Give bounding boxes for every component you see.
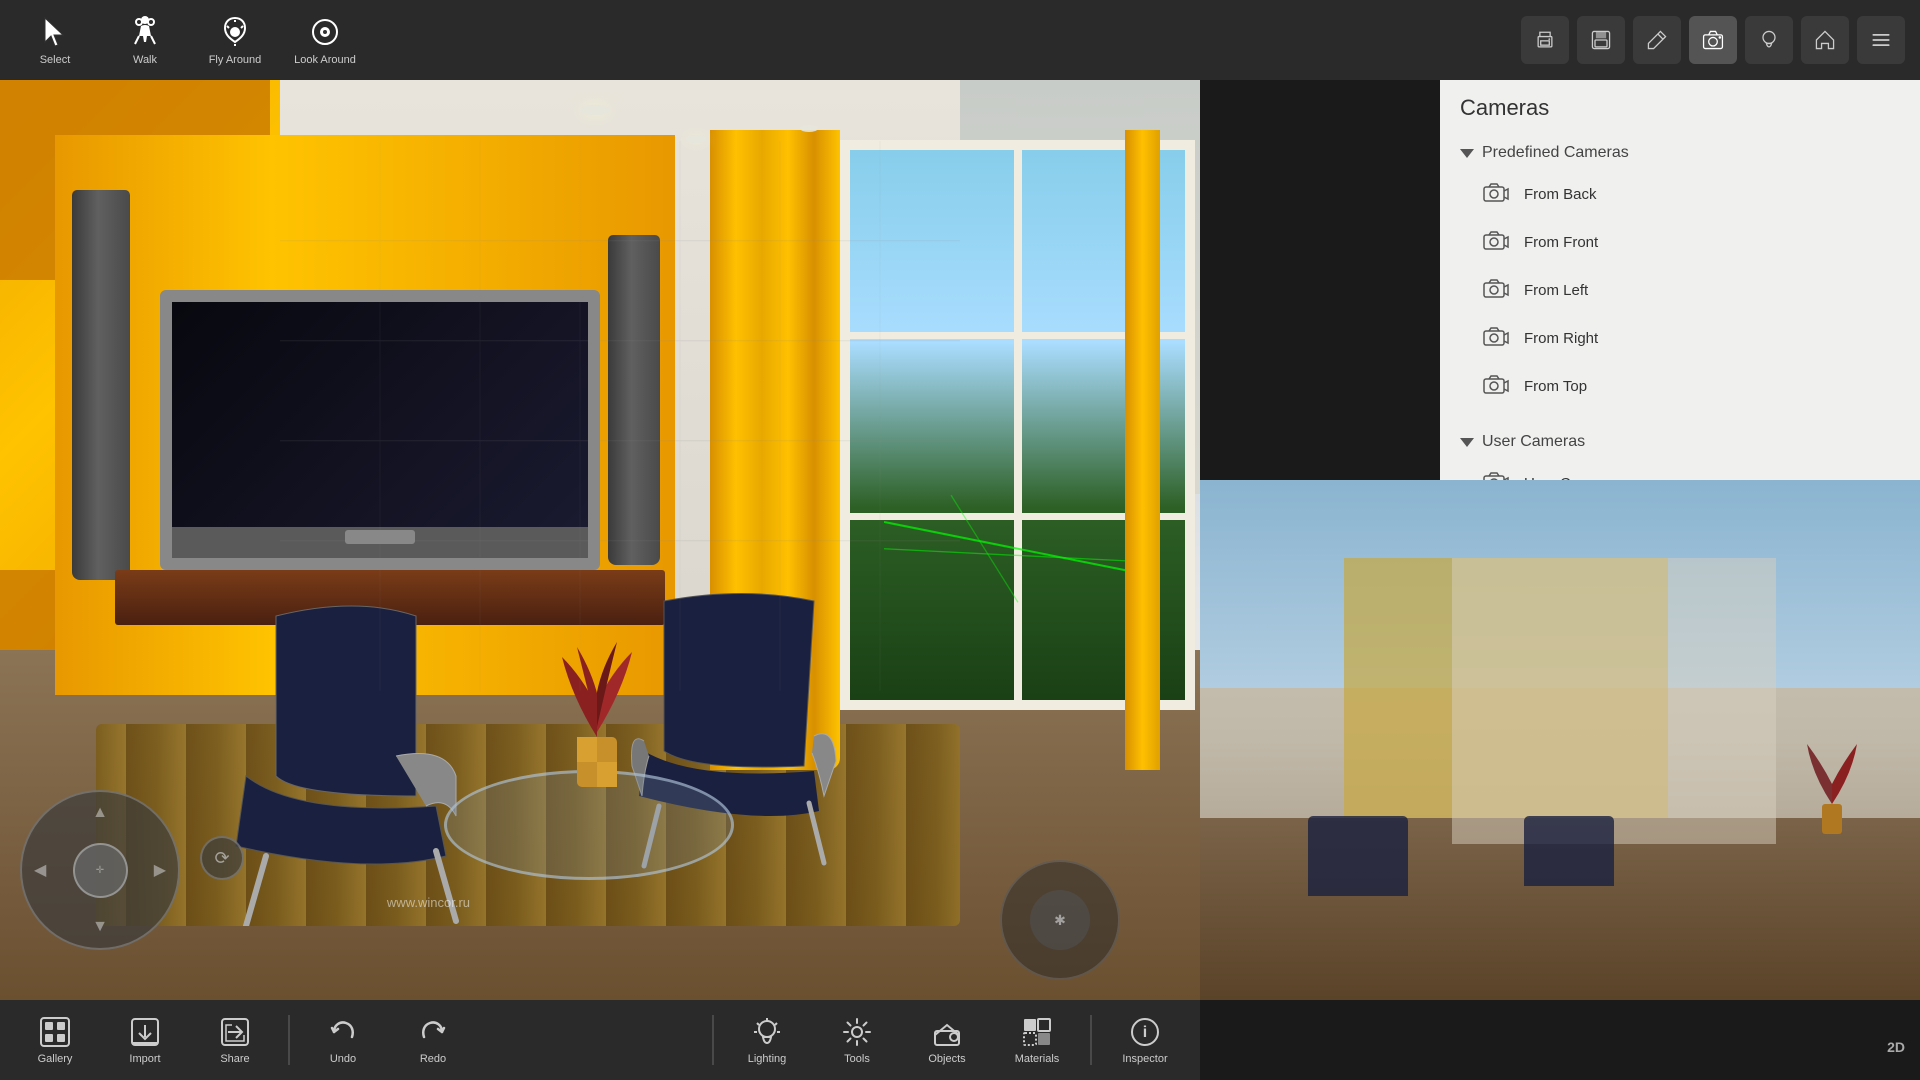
share-button[interactable]: Share bbox=[190, 1004, 280, 1076]
look-around-tool[interactable]: Look Around bbox=[280, 3, 370, 78]
home-button[interactable] bbox=[1801, 16, 1849, 64]
undo-button[interactable]: Undo bbox=[298, 1004, 388, 1076]
bottom-toolbar: Gallery Import Share Undo bbox=[0, 1000, 1200, 1080]
joystick-center-icon: ✛ bbox=[96, 865, 104, 876]
redo-button[interactable]: Redo bbox=[388, 1004, 478, 1076]
camera-from-top-label: From Top bbox=[1524, 378, 1587, 395]
thumbnail-room bbox=[1200, 480, 1920, 1000]
save-button[interactable] bbox=[1577, 16, 1625, 64]
select-tool[interactable]: Select bbox=[10, 3, 100, 78]
look-rotate-icon: ✱ bbox=[1054, 912, 1066, 929]
speaker-left bbox=[72, 190, 130, 580]
camera-from-right-label: From Right bbox=[1524, 330, 1598, 347]
camera-from-right-icon bbox=[1480, 322, 1512, 354]
svg-text:i: i bbox=[1143, 1024, 1147, 1041]
joystick-center[interactable]: ✛ bbox=[73, 843, 128, 898]
right-toolbar bbox=[1200, 0, 1920, 80]
lightbulb-button[interactable] bbox=[1745, 16, 1793, 64]
joystick-outer-ring[interactable]: ▲ ▼ ◀ ▶ ✛ bbox=[20, 790, 180, 950]
camera-button[interactable] bbox=[1689, 16, 1737, 64]
look-rotate-control[interactable]: ✱ bbox=[1000, 860, 1120, 980]
viewport[interactable]: ▲ ▼ ◀ ▶ ✛ ⟳ ✱ bbox=[0, 80, 1200, 1000]
camera-from-left-label: From Left bbox=[1524, 282, 1588, 299]
walk-tool[interactable]: Walk bbox=[100, 3, 190, 78]
user-cameras-triangle bbox=[1460, 438, 1474, 447]
user-cameras-header[interactable]: User Cameras bbox=[1450, 425, 1910, 459]
inspector-button[interactable]: i Inspector bbox=[1100, 1004, 1190, 1076]
lighting-button[interactable]: Lighting bbox=[722, 1004, 812, 1076]
top-toolbar: Select Walk Fly Around Look Around bbox=[0, 0, 1200, 80]
list-button[interactable] bbox=[1857, 16, 1905, 64]
predefined-cameras-triangle bbox=[1460, 149, 1474, 158]
thumbnail-back-wall bbox=[1452, 558, 1776, 844]
toolbar-separator-1 bbox=[288, 1015, 290, 1065]
thumbnail-plant bbox=[1802, 724, 1862, 844]
ceiling-light-2 bbox=[685, 135, 707, 143]
watermark: www.wincor.ru bbox=[387, 895, 470, 910]
wall-texture bbox=[280, 80, 960, 752]
camera-from-front-label: From Front bbox=[1524, 234, 1598, 251]
import-button[interactable]: Import bbox=[100, 1004, 190, 1076]
camera-from-front-icon bbox=[1480, 226, 1512, 258]
camera-from-back-icon bbox=[1480, 178, 1512, 210]
gallery-button[interactable]: Gallery bbox=[10, 1004, 100, 1076]
cameras-panel-title: Cameras bbox=[1450, 95, 1910, 121]
cameras-panel: Cameras Predefined Cameras From Back bbox=[1440, 80, 1920, 522]
ceiling-light-3 bbox=[800, 125, 818, 132]
camera-from-front[interactable]: From Front bbox=[1450, 218, 1910, 266]
curtain-right bbox=[1125, 130, 1160, 770]
materials-button[interactable]: Materials bbox=[992, 1004, 1082, 1076]
camera-from-top[interactable]: From Top bbox=[1450, 362, 1910, 410]
pencil-button[interactable] bbox=[1633, 16, 1681, 64]
joystick-right-arrow: ▶ bbox=[154, 860, 166, 880]
camera-from-left[interactable]: From Left bbox=[1450, 266, 1910, 314]
thumbnail-chair-1 bbox=[1308, 816, 1408, 896]
fly-around-tool[interactable]: Fly Around bbox=[190, 3, 280, 78]
navigation-joystick[interactable]: ▲ ▼ ◀ ▶ ✛ bbox=[20, 790, 200, 970]
objects-button[interactable]: Objects bbox=[902, 1004, 992, 1076]
toolbar-separator-3 bbox=[1090, 1015, 1092, 1065]
window-divider-v bbox=[1014, 150, 1022, 700]
camera-from-right[interactable]: From Right bbox=[1450, 314, 1910, 362]
room-scene: ▲ ▼ ◀ ▶ ✛ ⟳ ✱ bbox=[0, 80, 1200, 1000]
joystick-up-arrow: ▲ bbox=[92, 804, 108, 822]
camera-from-back[interactable]: From Back bbox=[1450, 170, 1910, 218]
predefined-cameras-title: Predefined Cameras bbox=[1482, 144, 1629, 162]
right-thumbnail bbox=[1200, 480, 1920, 1000]
joystick-down-arrow: ▼ bbox=[92, 918, 108, 936]
toolbar-separator-2 bbox=[712, 1015, 714, 1065]
joystick-left-arrow: ◀ bbox=[34, 860, 46, 880]
print-button[interactable] bbox=[1521, 16, 1569, 64]
strafe-button[interactable]: ⟳ bbox=[200, 836, 244, 880]
tools-button[interactable]: Tools bbox=[812, 1004, 902, 1076]
thumbnail-chair-2 bbox=[1524, 816, 1614, 886]
camera-from-left-icon bbox=[1480, 274, 1512, 306]
camera-from-top-icon bbox=[1480, 370, 1512, 402]
look-rotate-inner[interactable]: ✱ bbox=[1030, 890, 1090, 950]
view-2d-button[interactable]: 2D bbox=[1887, 1039, 1905, 1055]
predefined-cameras-header[interactable]: Predefined Cameras bbox=[1450, 136, 1910, 170]
user-cameras-title: User Cameras bbox=[1482, 433, 1585, 451]
ceiling-light-1 bbox=[580, 105, 610, 115]
camera-from-back-label: From Back bbox=[1524, 186, 1597, 203]
